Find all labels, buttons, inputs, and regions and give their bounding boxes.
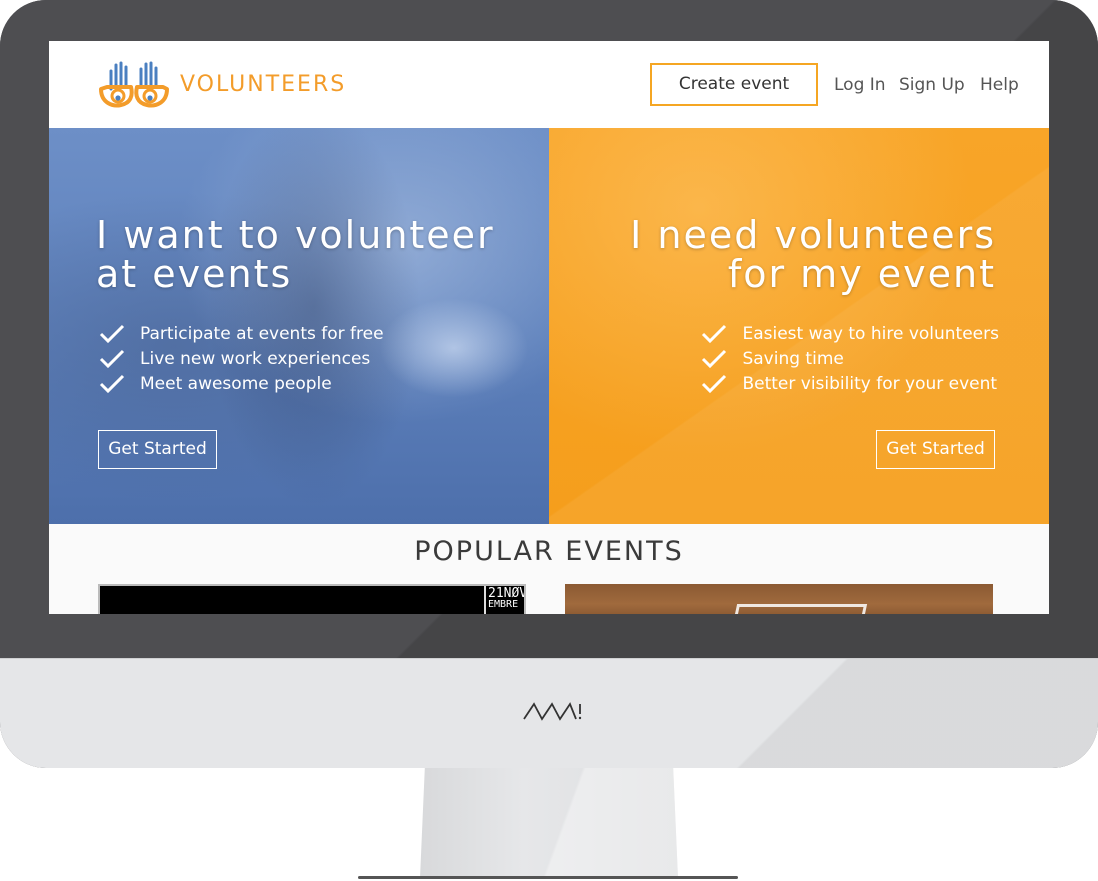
screen: VOLUNTEERS Create event Log In Sign Up H… <box>49 41 1049 614</box>
hero-volunteer-panel: I want to volunteer at events Participat… <box>49 128 549 524</box>
volunteer-get-started-button[interactable]: Get Started <box>98 430 217 469</box>
event-card[interactable] <box>565 584 993 614</box>
list-item: Participate at events for free <box>99 321 384 346</box>
checkmark-icon <box>99 374 125 393</box>
event-card[interactable]: 21NØV EMBRE <box>98 584 526 614</box>
list-item: Easiest way to hire volunteers <box>701 321 999 346</box>
event-date-badge: 21NØV EMBRE <box>484 586 524 614</box>
popular-events-heading: POPULAR EVENTS <box>414 536 684 567</box>
checkmark-icon <box>702 374 727 393</box>
checkmark-icon <box>99 324 125 343</box>
hero-organizer-panel: I need volunteers for my event Easiest w… <box>549 128 1049 524</box>
checkmark-icon <box>702 349 727 368</box>
monitor-stand <box>420 760 678 878</box>
hands-eyes-logo-icon[interactable] <box>97 59 173 111</box>
hero-volunteer-title: I want to volunteer at events <box>96 213 495 296</box>
nav-help-link[interactable]: Help <box>980 75 1019 95</box>
site-header: VOLUNTEERS Create event Log In Sign Up H… <box>49 41 1049 128</box>
hero-organizer-title: I need volunteers for my event <box>630 213 996 296</box>
brand-name[interactable]: VOLUNTEERS <box>180 72 346 97</box>
checkmark-icon <box>702 324 727 343</box>
organizer-get-started-button[interactable]: Get Started <box>876 430 995 469</box>
hero-section: I want to volunteer at events Participat… <box>49 128 1049 524</box>
monitor-frame: VOLUNTEERS Create event Log In Sign Up H… <box>0 0 1098 768</box>
list-item: Saving time <box>701 346 999 371</box>
nav-signup-link[interactable]: Sign Up <box>899 75 965 95</box>
list-item: Live new work experiences <box>99 346 384 371</box>
list-item: Better visibility for your event <box>701 371 999 396</box>
list-item: Meet awesome people <box>99 371 384 396</box>
nav-login-link[interactable]: Log In <box>834 75 886 95</box>
nm-logo-icon <box>523 702 582 721</box>
create-event-button[interactable]: Create event <box>650 63 818 106</box>
monitor-stand-base <box>358 876 738 879</box>
volunteer-feature-list: Participate at events for free Live new … <box>99 321 384 396</box>
checkmark-icon <box>99 349 125 368</box>
organizer-feature-list: Easiest way to hire volunteers Saving ti… <box>701 321 999 396</box>
